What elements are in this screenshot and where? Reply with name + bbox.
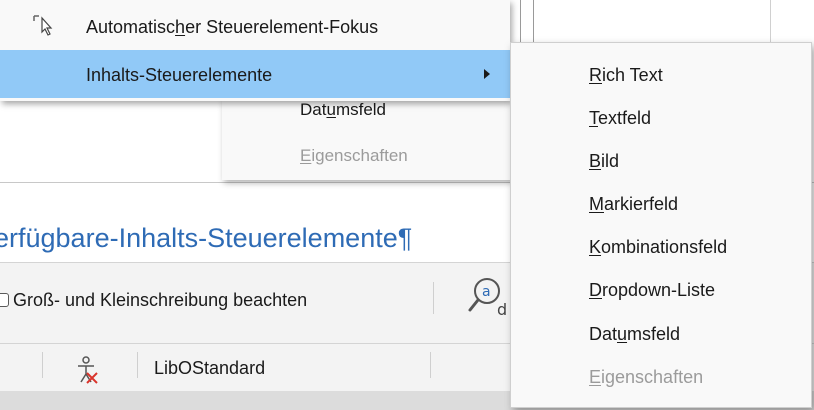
submenu-arrow-icon (484, 69, 490, 79)
form-menu: Automatischer Steuerelement-Fokus Inhalt… (0, 0, 510, 101)
status-separator (430, 352, 431, 378)
menu-item-textfeld[interactable]: Textfeld (511, 98, 811, 139)
toolbar-separator (433, 282, 434, 314)
menu-item-bild[interactable]: Bild (511, 141, 811, 182)
form-controls-submenu: Datumsfeld Eigenschaften (222, 96, 512, 180)
match-case-checkbox[interactable] (0, 293, 9, 307)
menu-item-content-controls[interactable]: Inhalts-Steuerelemente (0, 50, 510, 98)
content-controls-submenu: Rich Text Textfeld Bild Markierfeld Komb… (510, 42, 812, 408)
match-case-label[interactable]: Groß- und Kleinschreibung beachten (13, 290, 307, 311)
document-heading[interactable]: erfügbare-Inhalts-Steuerelemente¶ (0, 223, 412, 254)
control-focus-icon (33, 15, 53, 36)
accessibility-check-icon[interactable] (72, 355, 102, 385)
menu-item-markierfeld[interactable]: Markierfeld (511, 184, 811, 225)
svg-text:d: d (497, 300, 507, 319)
svg-text:a: a (482, 284, 491, 300)
menu-item-rich-text[interactable]: Rich Text (511, 55, 811, 96)
status-separator (42, 352, 43, 378)
menu-item-automatic-control-focus[interactable]: Automatischer Steuerelement-Fokus (0, 2, 510, 50)
menu-item-kombinationsfeld[interactable]: Kombinationsfeld (511, 227, 811, 268)
menu-item-eigenschaften: Eigenschaften (589, 367, 704, 387)
old-menu-item-datumsfeld[interactable]: Datumsfeld (300, 100, 386, 120)
status-separator (137, 352, 138, 378)
find-in-document-icon[interactable]: a d (467, 275, 509, 319)
page-style-status[interactable]: LibOStandard (154, 358, 265, 379)
old-menu-item-eigenschaften: Eigenschaften (300, 146, 408, 165)
menu-item-datumsfeld[interactable]: Datumsfeld (511, 314, 811, 355)
menu-item-dropdown-liste[interactable]: Dropdown-Liste (511, 270, 811, 311)
